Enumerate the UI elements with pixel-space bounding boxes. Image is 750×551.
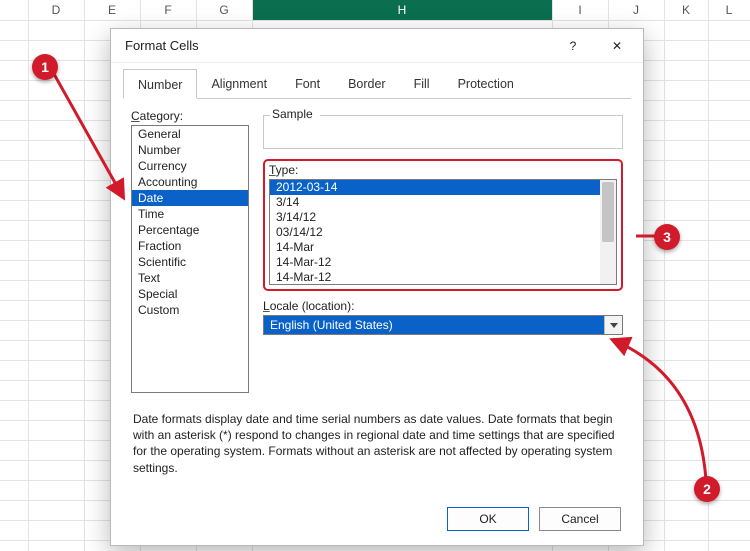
category-item[interactable]: Special [132,286,248,302]
type-item[interactable]: 14-Mar [270,240,600,255]
sample-label: Sample [270,107,315,121]
column-header-D[interactable]: D [28,0,84,20]
tab-alignment[interactable]: Alignment [197,69,281,98]
tab-fill[interactable]: Fill [400,69,444,98]
format-cells-dialog: Format Cells ? ✕ NumberAlignmentFontBord… [110,28,644,546]
sample-box: Sample [263,115,623,149]
column-header-K[interactable]: K [664,0,708,20]
category-item[interactable]: Fraction [132,238,248,254]
locale-select[interactable]: English (United States) [263,315,623,335]
category-item[interactable]: Accounting [132,174,248,190]
type-item[interactable]: 03/14/12 [270,225,600,240]
titlebar: Format Cells ? ✕ [111,29,643,63]
type-group-highlight: Type: 2012-03-143/143/14/1203/14/1214-Ma… [263,159,623,291]
tab-number[interactable]: Number [123,69,197,99]
locale-value: English (United States) [264,316,604,334]
type-scroll-thumb[interactable] [602,182,614,242]
category-label: Category: [131,109,249,123]
type-item[interactable]: 14-Mar-12 [270,270,600,285]
type-list[interactable]: 2012-03-143/143/14/1203/14/1214-Mar14-Ma… [269,179,617,285]
category-item[interactable]: Percentage [132,222,248,238]
type-scrollbar[interactable] [600,180,616,284]
tab-strip: NumberAlignmentFontBorderFillProtection [123,69,631,99]
annotation-badge-2: 2 [694,476,720,502]
dialog-title: Format Cells [125,38,551,53]
tab-protection[interactable]: Protection [444,69,528,98]
column-header-E[interactable]: E [84,0,140,20]
format-explanation-text: Date formats display date and time seria… [133,411,621,476]
annotation-badge-1: 1 [32,54,58,80]
column-header-H[interactable]: H [252,0,552,20]
annotation-badge-3: 3 [654,224,680,250]
type-item[interactable]: 14-Mar-12 [270,255,600,270]
type-label: Type: [269,163,617,177]
type-item[interactable]: 3/14 [270,195,600,210]
tab-font[interactable]: Font [281,69,334,98]
category-list[interactable]: GeneralNumberCurrencyAccountingDateTimeP… [131,125,249,393]
chevron-down-icon [610,323,618,328]
locale-label: Locale (location): [263,299,623,313]
category-item[interactable]: Number [132,142,248,158]
category-item[interactable]: Text [132,270,248,286]
category-item[interactable]: Date [132,190,248,206]
category-item[interactable]: Currency [132,158,248,174]
category-item[interactable]: Custom [132,302,248,318]
close-button[interactable]: ✕ [595,31,639,61]
type-item[interactable]: 3/14/12 [270,210,600,225]
column-header-L[interactable]: L [708,0,750,20]
cancel-button[interactable]: Cancel [539,507,621,531]
tab-border[interactable]: Border [334,69,400,98]
column-header-I[interactable]: I [552,0,608,20]
column-header-F[interactable]: F [140,0,196,20]
column-header-J[interactable]: J [608,0,664,20]
ok-button[interactable]: OK [447,507,529,531]
category-item[interactable]: Scientific [132,254,248,270]
type-item[interactable]: 2012-03-14 [270,180,600,195]
help-button[interactable]: ? [551,31,595,61]
category-item[interactable]: General [132,126,248,142]
locale-dropdown-button[interactable] [604,316,622,334]
category-item[interactable]: Time [132,206,248,222]
column-header-G[interactable]: G [196,0,252,20]
